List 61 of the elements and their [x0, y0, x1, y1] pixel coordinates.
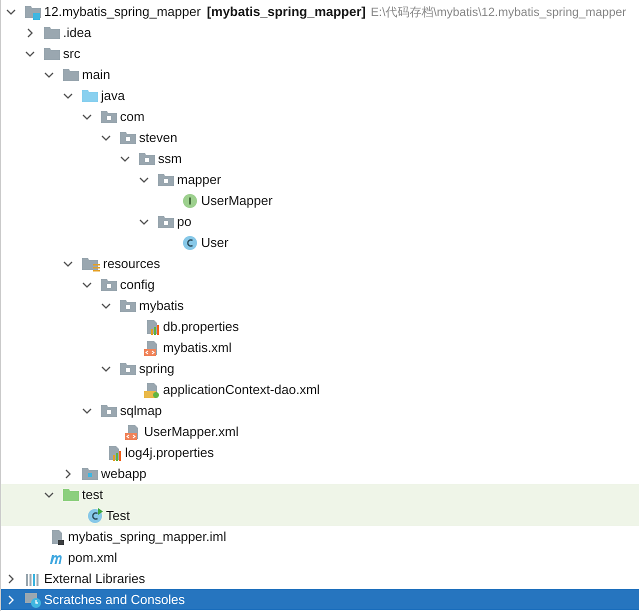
item-label: po: [177, 212, 192, 231]
module-folder-icon: [25, 4, 41, 20]
xml-file-icon: [125, 424, 141, 440]
item-label: User: [201, 234, 228, 252]
package-folder-icon: [120, 299, 136, 312]
item-label: UserMapper: [201, 192, 273, 210]
xml-file-icon: [144, 340, 160, 356]
class-icon: [87, 508, 103, 524]
item-label: mybatis.xml: [163, 338, 232, 357]
item-label: Scratches and Consoles: [44, 590, 185, 609]
item-label: webapp: [101, 464, 147, 483]
module-file-icon: [49, 528, 65, 544]
item-label: mybatis: [139, 296, 184, 315]
item-label: External Libraries: [44, 570, 146, 588]
module-path: E:\代码存档\mybatis\12.mybatis_spring_mapper: [370, 4, 626, 20]
package-folder-icon: [101, 110, 117, 123]
item-label: test: [82, 486, 103, 504]
item-label: spring: [139, 360, 174, 378]
item-label: applicationContext-dao.xml: [163, 380, 320, 399]
item-label: Test: [106, 506, 130, 525]
item-label: pom.xml: [68, 548, 118, 567]
tree-row[interactable]: test: [1, 484, 639, 505]
item-label: com: [120, 108, 145, 126]
properties-file-icon: [106, 444, 122, 460]
folder-icon: [44, 26, 60, 39]
item-label: sqlmap: [120, 402, 162, 420]
package-folder-icon: [139, 152, 155, 165]
interface-icon: [182, 192, 198, 208]
folder-icon: [82, 89, 98, 102]
spring-xml-file-icon: [144, 382, 160, 398]
item-label: resources: [103, 254, 160, 273]
package-folder-icon: [120, 131, 136, 144]
tree-row[interactable]: Scratches and Consoles: [1, 589, 639, 610]
tree-row[interactable]: Test: [1, 505, 639, 526]
item-label: log4j.properties: [125, 444, 214, 462]
web-folder-icon: [82, 467, 98, 480]
item-label: ssm: [158, 150, 182, 168]
item-label: mybatis_spring_mapper.iml: [68, 528, 226, 546]
package-folder-icon: [101, 278, 117, 291]
properties-file-icon: [144, 318, 160, 334]
folder-icon: [63, 488, 79, 501]
item-label: db.properties: [163, 318, 239, 336]
item-label: main: [82, 66, 110, 84]
package-folder-icon: [158, 215, 174, 228]
item-label: mapper: [177, 170, 222, 189]
folder-icon: [44, 47, 60, 60]
item-label: steven: [139, 128, 178, 147]
resources-folder-icon: [82, 256, 100, 272]
scratches-icon: [25, 592, 41, 608]
item-label: UserMapper.xml: [144, 422, 239, 441]
package-folder-icon: [101, 404, 117, 417]
module-name: [mybatis_spring_mapper]: [206, 2, 366, 21]
class-icon: [182, 234, 198, 250]
folder-icon: [63, 68, 79, 81]
package-folder-icon: [120, 362, 136, 375]
item-label: java: [101, 86, 125, 105]
item-label: config: [120, 276, 155, 294]
item-label: .idea: [63, 24, 92, 42]
item-label: 12.mybatis_spring_mapper: [44, 2, 201, 21]
package-folder-icon: [158, 173, 174, 186]
item-label: src: [63, 44, 80, 63]
